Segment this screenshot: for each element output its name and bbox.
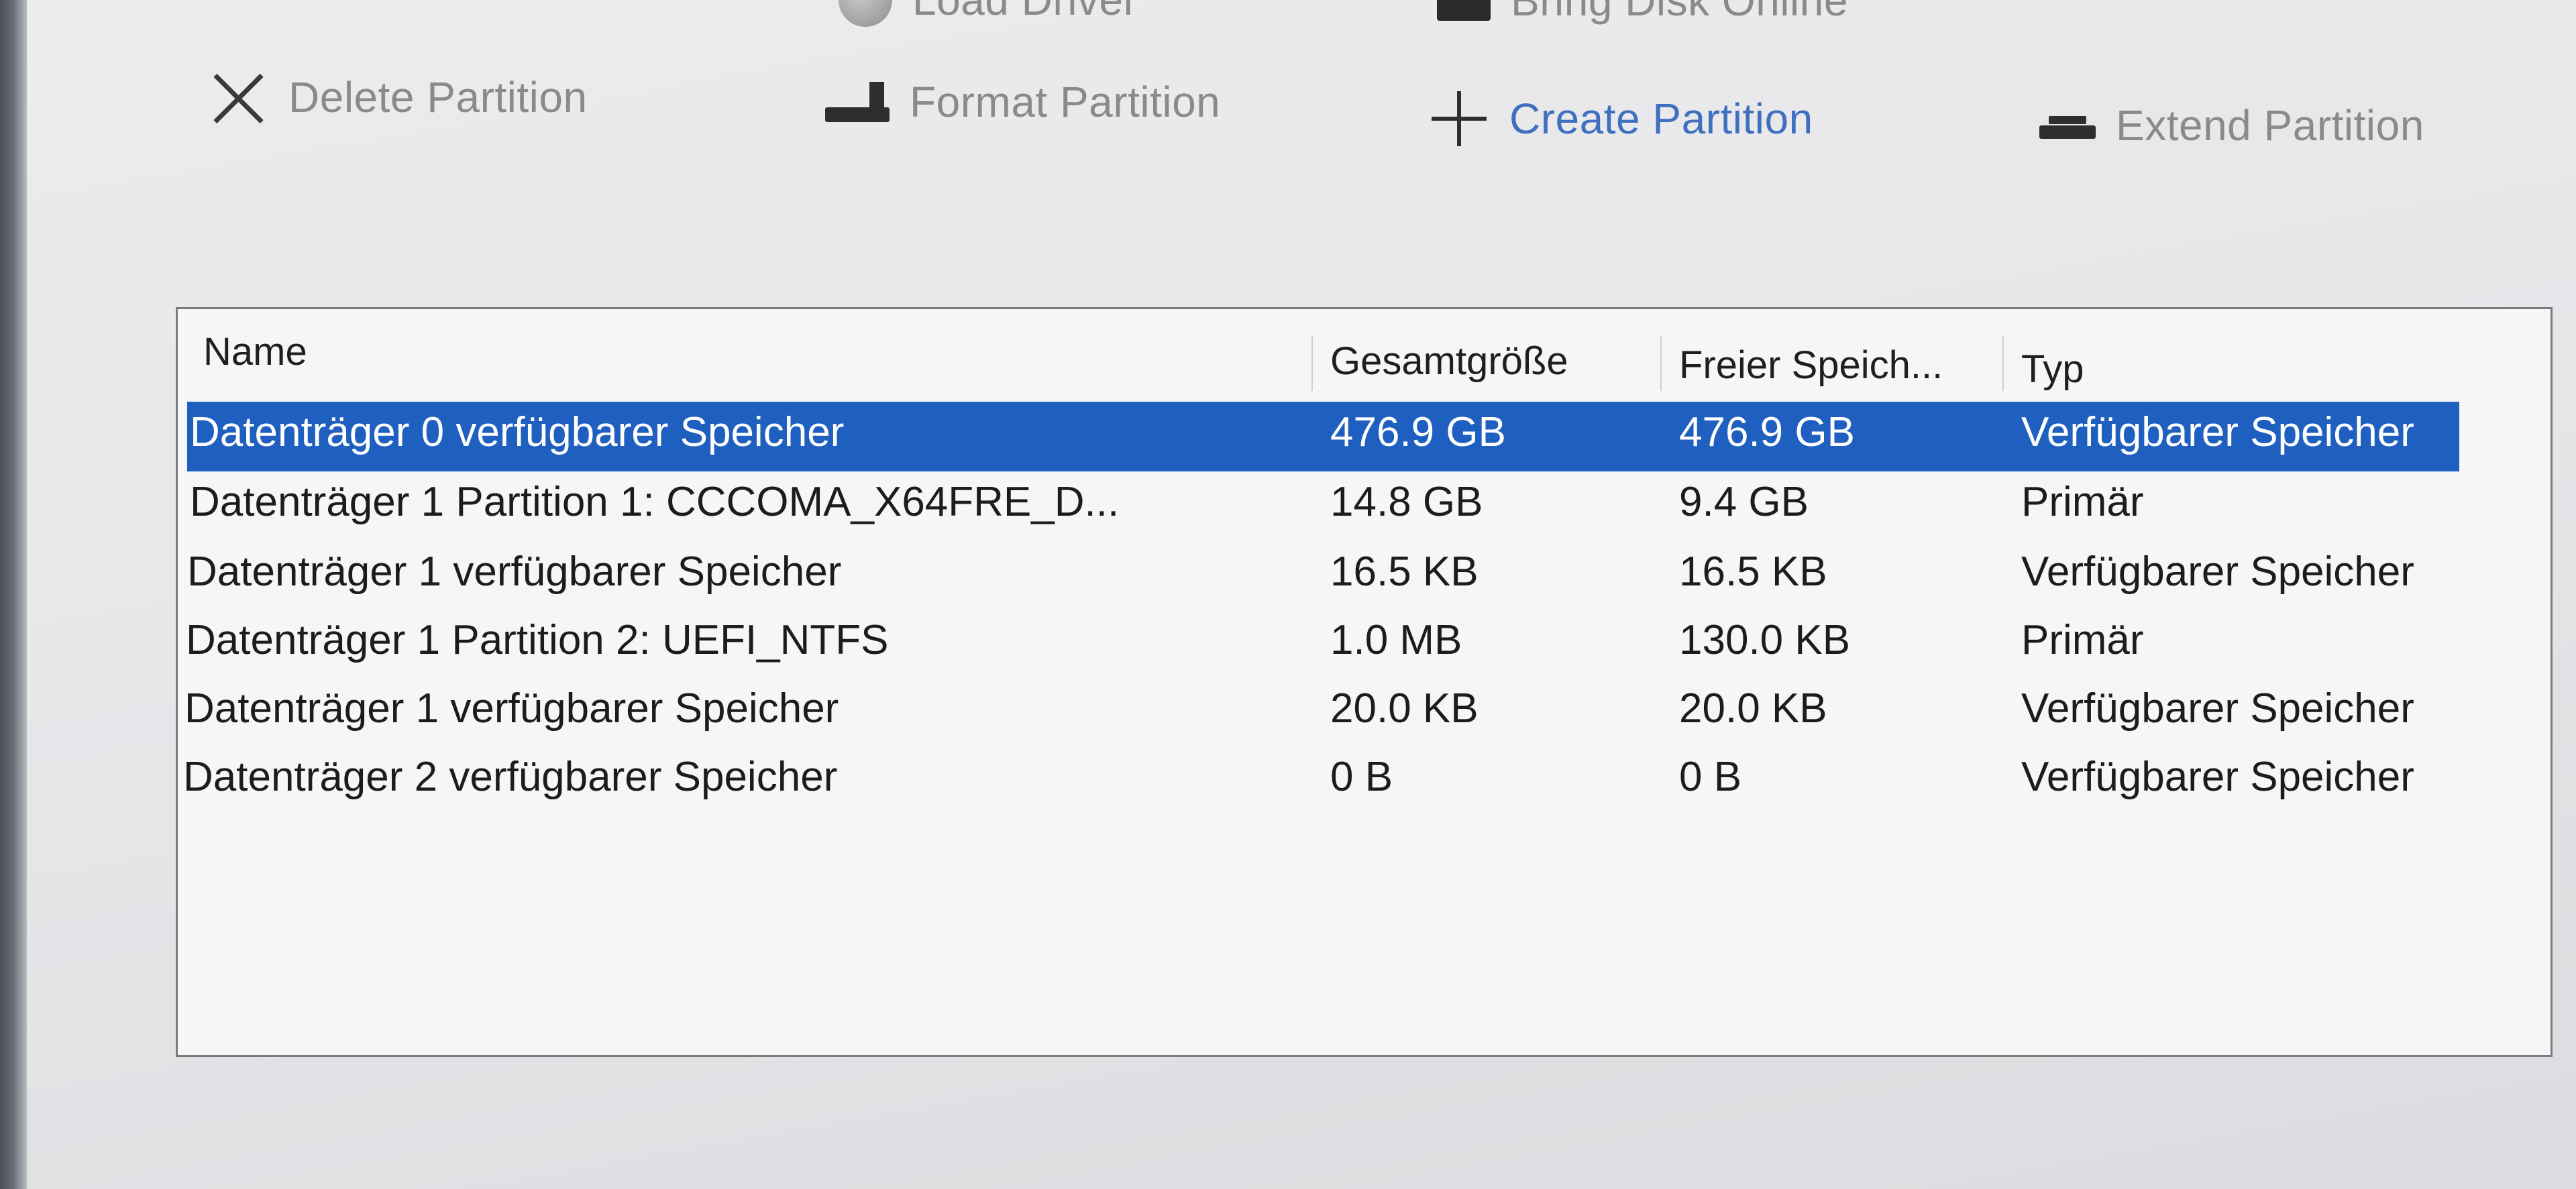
delete-partition-button[interactable]: Delete Partition xyxy=(208,67,588,127)
cell-size: 476.9 GB xyxy=(1330,409,1506,455)
cell-size: 14.8 GB xyxy=(1330,479,1483,525)
format-partition-label: Format Partition xyxy=(910,78,1221,126)
bring-disk-online-button[interactable]: Bring Disk Online xyxy=(1437,0,1848,25)
cell-size: 1.0 MB xyxy=(1330,617,1462,663)
cell-name: Datenträger 1 verfügbarer Speicher xyxy=(184,685,839,732)
table-row[interactable]: Datenträger 1 Partition 2: UEFI_NTFS 1.0… xyxy=(178,608,2551,678)
cell-type: Verfügbarer Speicher xyxy=(2021,409,2414,455)
create-partition-button[interactable]: Create Partition xyxy=(1429,89,1813,149)
load-driver-label: Load Driver xyxy=(912,0,1138,24)
load-driver-button[interactable]: Load Driver xyxy=(839,0,1138,27)
column-header-name[interactable]: Name xyxy=(203,329,307,374)
table-row[interactable]: Datenträger 1 Partition 1: CCCOMA_X64FRE… xyxy=(178,470,2551,540)
cell-free: 0 B xyxy=(1679,754,1742,800)
format-partition-button[interactable]: Format Partition xyxy=(825,77,1220,127)
format-drive-icon xyxy=(825,82,890,122)
column-separator[interactable] xyxy=(2002,336,2004,391)
cell-type: Primär xyxy=(2021,479,2144,525)
cell-size: 16.5 KB xyxy=(1330,549,1479,595)
column-separator[interactable] xyxy=(1311,336,1313,391)
window-frame-edge xyxy=(0,0,27,1189)
delete-partition-label: Delete Partition xyxy=(288,73,588,121)
cell-size: 0 B xyxy=(1330,754,1393,800)
cell-name: Datenträger 1 verfügbarer Speicher xyxy=(187,549,842,595)
cell-free: 130.0 KB xyxy=(1679,617,1851,663)
cell-free: 476.9 GB xyxy=(1679,409,1855,455)
table-row[interactable]: Datenträger 0 verfügbarer Speicher 476.9… xyxy=(178,400,2551,471)
partition-list[interactable]: Name Gesamtgröße Freier Speich... Typ Da… xyxy=(176,307,2553,1057)
disk-online-icon xyxy=(1437,0,1491,21)
disk-setup-window: Load Driver Bring Disk Online Delete Par… xyxy=(27,0,2576,1189)
column-header-size[interactable]: Gesamtgröße xyxy=(1330,339,1568,384)
cell-type: Verfügbarer Speicher xyxy=(2021,754,2414,800)
column-header-type[interactable]: Typ xyxy=(2021,347,2084,392)
cell-size: 20.0 KB xyxy=(1330,685,1479,732)
cell-type: Primär xyxy=(2021,617,2144,663)
extend-partition-label: Extend Partition xyxy=(2116,101,2424,150)
bring-disk-online-label: Bring Disk Online xyxy=(1511,0,1848,25)
cell-type: Verfügbarer Speicher xyxy=(2021,685,2414,732)
driver-disc-icon xyxy=(839,0,892,27)
cell-free: 9.4 GB xyxy=(1679,479,1809,525)
cell-free: 20.0 KB xyxy=(1679,685,1827,732)
column-header-free[interactable]: Freier Speich... xyxy=(1679,343,1943,388)
plus-icon xyxy=(1429,89,1489,149)
extend-drive-icon xyxy=(2039,112,2096,139)
table-row[interactable]: Datenträger 2 verfügbarer Speicher 0 B 0… xyxy=(178,745,2551,815)
create-partition-label: Create Partition xyxy=(1509,95,1813,143)
close-icon xyxy=(208,67,268,127)
table-row[interactable]: Datenträger 1 verfügbarer Speicher 16.5 … xyxy=(178,540,2551,610)
cell-name: Datenträger 1 Partition 2: UEFI_NTFS xyxy=(186,617,889,663)
table-row[interactable]: Datenträger 1 verfügbarer Speicher 20.0 … xyxy=(178,677,2551,746)
cell-type: Verfügbarer Speicher xyxy=(2021,549,2414,595)
cell-name: Datenträger 2 verfügbarer Speicher xyxy=(183,754,838,800)
cell-free: 16.5 KB xyxy=(1679,549,1827,595)
extend-partition-button[interactable]: Extend Partition xyxy=(2039,101,2424,150)
cell-name: Datenträger 0 verfügbarer Speicher xyxy=(190,409,845,455)
list-header: Name Gesamtgröße Freier Speich... Typ xyxy=(178,309,2551,392)
column-separator[interactable] xyxy=(1660,336,1662,391)
cell-name: Datenträger 1 Partition 1: CCCOMA_X64FRE… xyxy=(190,479,1120,525)
